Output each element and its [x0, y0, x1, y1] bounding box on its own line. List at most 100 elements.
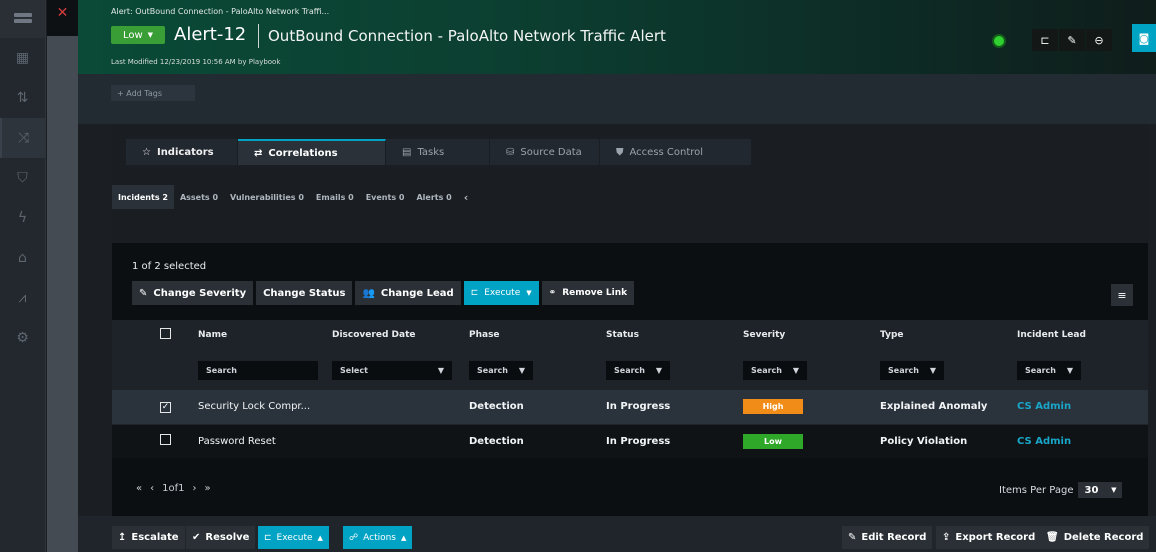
collapse-chevron-icon[interactable]: ‹	[458, 185, 475, 209]
next-page-button[interactable]: ›	[193, 483, 197, 494]
incident-lead-filter[interactable]: Search ▼	[1017, 360, 1081, 380]
remove-link-button[interactable]: ⚭ Remove Link	[541, 281, 635, 305]
status-filter[interactable]: Search ▼	[606, 360, 670, 380]
escalate-button[interactable]: ↥ Escalate	[112, 526, 185, 549]
phase-filter[interactable]: Search ▼	[469, 360, 533, 380]
page-indicator: 1of1	[162, 483, 185, 494]
severity-filter[interactable]: Search ▼	[743, 360, 807, 380]
column-header-severity[interactable]: Severity	[735, 320, 872, 350]
edit-button[interactable]: ✎	[1059, 29, 1085, 51]
discovered-date-select[interactable]: Select ▼	[332, 360, 452, 380]
column-header-status[interactable]: Status	[598, 320, 735, 350]
building-icon[interactable]: ⌂	[0, 238, 45, 278]
tab-label: Tasks	[417, 146, 445, 158]
cell-phase: Detection	[469, 401, 524, 413]
pencil-icon: ✎	[1067, 33, 1077, 47]
grid-menu-button[interactable]: ≡	[1111, 284, 1133, 306]
prev-page-button[interactable]: ‹	[150, 483, 154, 494]
tab-tasks[interactable]: ▤ Tasks	[386, 139, 490, 165]
table-row[interactable]: ✓ Security Lock Compr... Detection In Pr…	[112, 390, 1148, 424]
chevron-down-icon: ▼	[929, 365, 936, 375]
hamburger-icon: ≡	[1117, 288, 1127, 302]
column-header-incident-lead[interactable]: Incident Lead	[1009, 320, 1148, 350]
change-lead-button[interactable]: 👥 Change Lead	[355, 281, 461, 305]
content-area: ☆ Indicators ⇄ Correlations ▤ Tasks ⛁ So…	[112, 124, 1148, 516]
tab-indicators[interactable]: ☆ Indicators	[126, 139, 238, 165]
first-page-button[interactable]: «	[136, 483, 142, 494]
swap-icon: ⇄	[254, 147, 263, 159]
severity-label: Low	[122, 29, 143, 41]
chevron-up-icon: ▲	[401, 533, 407, 542]
execute-dropdown-button[interactable]: ⊏ Execute ▼	[463, 281, 539, 305]
export-record-button[interactable]: ⇪ Export Record	[936, 526, 1042, 549]
trash-icon: 🗑	[1046, 532, 1059, 543]
link-button[interactable]: ⊖	[1086, 29, 1112, 51]
correlation-subtabs: Incidents 2 Assets 0 Vulnerabilities 0 E…	[112, 185, 474, 209]
table-row[interactable]: Password Reset Detection In Progress Low…	[112, 424, 1148, 458]
edit-record-button[interactable]: ✎ Edit Record	[842, 526, 933, 549]
star-icon: ☆	[142, 146, 151, 158]
row-checkbox[interactable]	[160, 434, 171, 446]
chevron-down-icon: ▼	[526, 289, 532, 297]
settings-icon[interactable]: ⚙	[0, 318, 45, 358]
lightning-icon[interactable]: ϟ	[0, 198, 45, 238]
incident-lead-link[interactable]: CS Admin	[1009, 390, 1148, 424]
tab-correlations[interactable]: ⇄ Correlations	[238, 139, 386, 165]
button-label: Resolve	[205, 532, 250, 543]
cell-name[interactable]: Security Lock Compr...	[190, 390, 324, 424]
cell-status: In Progress	[606, 435, 671, 447]
shuffle-icon[interactable]: ⤨	[0, 118, 45, 158]
chart-icon[interactable]: ⩘	[0, 278, 45, 318]
pagination: « ‹ 1of1 › »	[136, 483, 211, 494]
subtab-alerts[interactable]: Alerts 0	[410, 185, 457, 209]
filter-placeholder: Search	[888, 365, 919, 375]
collaboration-button[interactable]: ◙	[1132, 24, 1156, 52]
resolve-button[interactable]: ✔ Resolve	[186, 526, 256, 549]
last-modified: Last Modified 12/23/2019 10:56 AM by Pla…	[111, 58, 281, 66]
tab-label: Correlations	[268, 147, 338, 159]
last-page-button[interactable]: »	[205, 483, 211, 494]
button-label: Execute	[484, 288, 521, 298]
sort-icon[interactable]: ⇅	[0, 78, 45, 118]
close-icon[interactable]: ✕	[47, 0, 78, 36]
button-label: Actions	[363, 532, 397, 543]
delete-record-button[interactable]: 🗑 Delete Record	[1040, 526, 1150, 549]
column-header-phase[interactable]: Phase	[461, 320, 598, 350]
actions-footer-button[interactable]: ☍ Actions ▲	[343, 526, 413, 549]
database-icon: ⛁	[506, 146, 515, 158]
subtab-vulnerabilities[interactable]: Vulnerabilities 0	[224, 185, 310, 209]
severity-dropdown[interactable]: Low ▼	[111, 26, 165, 44]
tab-source-data[interactable]: ⛁ Source Data	[490, 139, 600, 165]
column-header-name[interactable]: Name	[190, 320, 324, 350]
dashboard-icon[interactable]: ▦	[0, 38, 45, 78]
cell-type: Policy Violation	[880, 435, 968, 447]
row-checkbox[interactable]: ✓	[160, 401, 171, 413]
change-severity-button[interactable]: ✎ Change Severity	[132, 281, 254, 305]
workflow-button[interactable]: ⊏	[1032, 29, 1058, 51]
edit-icon: ✎	[848, 532, 857, 543]
record-footer: ↥ Escalate ✔ Resolve ⊏ Execute ▲ ☍ Actio…	[78, 516, 1156, 552]
add-tags-button[interactable]: + Add Tags	[111, 85, 195, 101]
app-logo[interactable]	[0, 0, 45, 38]
column-header-type[interactable]: Type	[872, 320, 1009, 350]
record-id: Alert-12	[174, 24, 247, 45]
subtab-emails[interactable]: Emails 0	[310, 185, 360, 209]
change-status-button[interactable]: Change Status	[256, 281, 353, 305]
name-search-input[interactable]: Search	[198, 360, 318, 380]
shield-nav-icon[interactable]: ⛉	[0, 158, 45, 198]
subtab-incidents[interactable]: Incidents 2	[112, 185, 174, 209]
pencil-icon: ✎	[139, 287, 148, 299]
chevron-down-icon: ▼	[147, 31, 154, 39]
cell-name[interactable]: Password Reset	[190, 424, 324, 458]
record-header: Alert: OutBound Connection - PaloAlto Ne…	[78, 0, 1156, 74]
incident-lead-link[interactable]: CS Admin	[1009, 424, 1148, 458]
column-header-discovered-date[interactable]: Discovered Date	[324, 320, 461, 350]
select-all-checkbox[interactable]	[160, 328, 171, 339]
subtab-events[interactable]: Events 0	[360, 185, 411, 209]
tab-access-control[interactable]: ⛊ Access Control	[600, 139, 752, 165]
execute-footer-button[interactable]: ⊏ Execute ▲	[258, 526, 329, 549]
type-filter[interactable]: Search ▼	[880, 360, 944, 380]
title-divider	[258, 24, 259, 48]
subtab-assets[interactable]: Assets 0	[174, 185, 224, 209]
items-per-page-select[interactable]: 30 ▼	[1078, 482, 1123, 498]
